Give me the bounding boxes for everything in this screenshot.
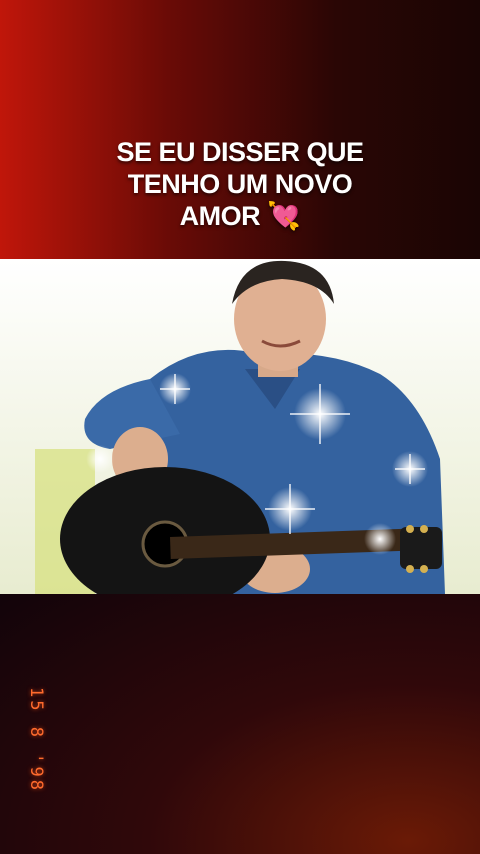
- caption-line-2: TENHO UM NOVO: [127, 169, 353, 199]
- tuning-peg: [406, 565, 414, 573]
- film-date-stamp: 15 8 '98: [26, 687, 46, 793]
- bottom-dark-gradient: [0, 594, 480, 854]
- tuning-peg: [420, 525, 428, 533]
- heart-arrow-emoji-icon: 💘: [267, 201, 301, 231]
- tuning-peg: [406, 525, 414, 533]
- guitar-headstock: [400, 527, 442, 569]
- tuning-peg: [420, 565, 428, 573]
- caption-text: SE EU DISSER QUE TENHO UM NOVO AMOR 💘: [60, 136, 420, 232]
- photo-man-with-guitar: [0, 259, 480, 594]
- caption-line-3: AMOR 💘: [60, 200, 420, 232]
- photo-illustration: [0, 259, 480, 594]
- caption-line-1: SE EU DISSER QUE: [116, 137, 364, 167]
- caption-word-amor: AMOR: [179, 201, 261, 231]
- date-stamp-text: 15 8 '98: [26, 687, 46, 793]
